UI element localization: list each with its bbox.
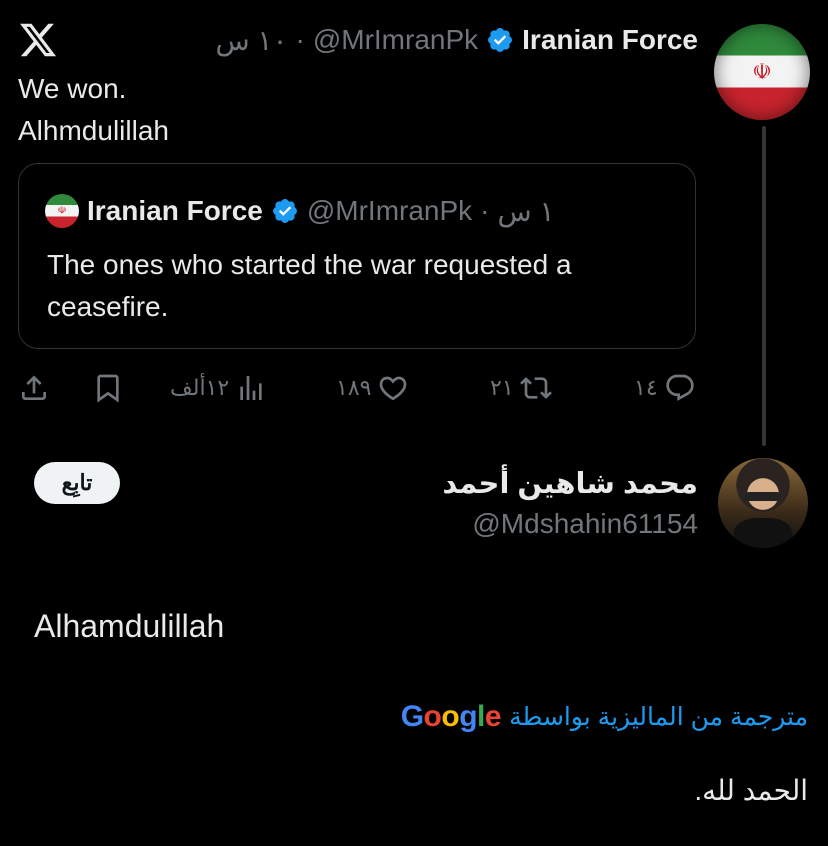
tweet-text: We won. Alhmdulillah bbox=[18, 73, 169, 146]
bookmark-button[interactable] bbox=[92, 366, 124, 410]
views-count: ١٢ألف bbox=[170, 375, 230, 400]
avatar-glasses bbox=[745, 492, 781, 502]
translation-attribution: مترجمة من الماليزية بواسطة Google bbox=[401, 700, 808, 734]
reply-count: ١٤ bbox=[634, 375, 658, 400]
thread-line bbox=[762, 126, 766, 446]
verified-badge-icon bbox=[486, 26, 514, 54]
quoted-author-handle: @MrImranPk bbox=[306, 195, 473, 226]
share-icon bbox=[22, 375, 46, 400]
views-chart-icon bbox=[240, 376, 262, 400]
author-avatar[interactable]: ☫ bbox=[714, 24, 810, 120]
action-bar: ١٢ألف ١٨٩ ٢١ ١٤ bbox=[18, 366, 698, 410]
quoted-author-name: Iranian Force bbox=[87, 195, 263, 226]
verified-badge-icon bbox=[271, 197, 299, 225]
author-name[interactable]: Iranian Force bbox=[522, 24, 698, 56]
reply-author-handle[interactable]: @Mdshahin61154 bbox=[472, 508, 698, 540]
reply-author-name[interactable]: محمد شاهين أحمد bbox=[442, 466, 698, 501]
repost-icon bbox=[519, 377, 552, 399]
avatar-shirt bbox=[734, 518, 792, 548]
quoted-tweet-time: ١ س bbox=[497, 195, 555, 227]
follow-button[interactable]: تابِع bbox=[34, 462, 120, 504]
translated-text: الحمد لله. bbox=[694, 775, 808, 806]
tweet-header: ١٠ س · @MrImranPk Iranian Force bbox=[215, 22, 698, 58]
reply-button[interactable]: ١٤ bbox=[634, 366, 696, 410]
heart-icon bbox=[380, 376, 407, 401]
reply-text: Alhamdulillah bbox=[34, 608, 225, 644]
repost-count: ٢١ bbox=[490, 375, 514, 400]
repost-button[interactable]: ٢١ bbox=[490, 366, 552, 410]
quoted-tweet-text: The ones who started the war requested a… bbox=[47, 249, 572, 322]
separator-dot: · bbox=[295, 24, 305, 55]
reply-bubble-icon bbox=[665, 374, 694, 401]
like-count: ١٨٩ bbox=[336, 375, 372, 400]
google-logo: Google bbox=[400, 700, 502, 733]
author-handle[interactable]: @MrImranPk bbox=[313, 24, 478, 56]
share-button[interactable] bbox=[18, 366, 50, 410]
translated-by-label[interactable]: مترجمة من الماليزية بواسطة bbox=[509, 702, 808, 732]
x-logo-icon[interactable] bbox=[18, 20, 58, 60]
quoted-tweet-header: ☫ Iranian Force @MrImranPk · ١ س bbox=[45, 194, 555, 228]
quoted-author-avatar: ☫ bbox=[45, 194, 79, 228]
reply-author-avatar[interactable] bbox=[718, 458, 808, 548]
quoted-tweet[interactable]: ☫ Iranian Force @MrImranPk · ١ س The one… bbox=[18, 163, 696, 349]
like-button[interactable]: ١٨٩ bbox=[336, 366, 409, 410]
separator-dot: · bbox=[480, 195, 490, 226]
views-button[interactable]: ١٢ألف bbox=[170, 366, 267, 410]
tweet-time[interactable]: ١٠ س bbox=[215, 24, 287, 57]
flag-emblem-icon: ☫ bbox=[752, 59, 772, 84]
bookmark-icon bbox=[97, 374, 119, 403]
